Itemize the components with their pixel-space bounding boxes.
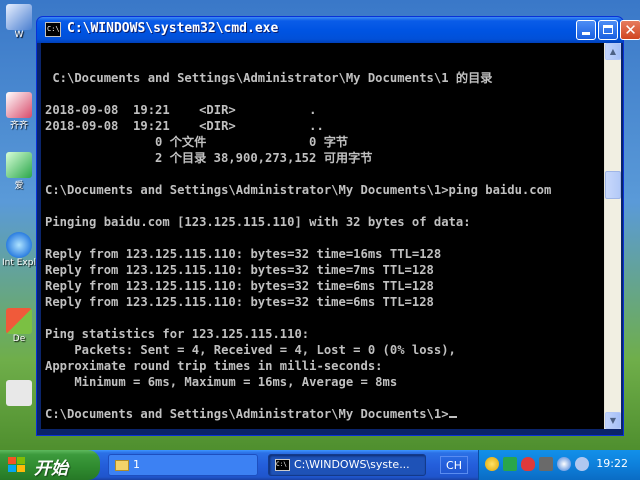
console-line: Ping statistics for 123.125.115.110: — [45, 327, 310, 341]
console-lines: C:\Documents and Settings\Administrator\… — [45, 70, 551, 422]
app-tray-icon[interactable] — [557, 457, 571, 471]
cmd-icon[interactable]: C:\ — [45, 22, 61, 37]
console-line: C:\Documents and Settings\Administrator\… — [45, 71, 493, 85]
close-button[interactable]: ✕ — [620, 20, 640, 40]
vm-icon[interactable] — [539, 457, 553, 471]
desktop-icon-label: De — [12, 334, 26, 344]
desktop-icon-label: 齐齐 — [9, 121, 28, 131]
console-line: Packets: Sent = 4, Received = 4, Lost = … — [45, 343, 456, 357]
taskbar-item-label: 1 — [133, 458, 140, 471]
console-line: Reply from 123.125.115.110: bytes=32 tim… — [45, 247, 442, 261]
taskbar: 开始 1 C:\ C:\WINDOWS\syste... CH 19:22 — [0, 450, 640, 480]
system-tray: 19:22 — [478, 450, 640, 480]
shield-icon[interactable] — [485, 457, 499, 471]
clock: 19:22 — [596, 457, 628, 470]
desktop-icon-w[interactable]: W — [2, 4, 36, 64]
window-title: C:\WINDOWS\system32\cmd.exe — [67, 21, 279, 36]
start-button[interactable]: 开始 — [0, 450, 100, 480]
start-label: 开始 — [34, 459, 68, 479]
console-line: 2 个目录 38,900,273,152 可用字节 — [45, 151, 373, 165]
console-line: Minimum = 6ms, Maximum = 16ms, Average =… — [45, 375, 398, 389]
maximize-icon — [603, 25, 613, 34]
windows-flag-icon — [8, 457, 26, 473]
security-icon[interactable] — [521, 457, 535, 471]
minimize-button[interactable] — [576, 20, 596, 40]
console-line: 0 个文件 0 字节 — [45, 135, 349, 149]
console-line: 2018-09-08 19:21 <DIR> . — [45, 103, 317, 117]
network-icon[interactable] — [503, 457, 517, 471]
console-line: 2018-09-08 19:21 <DIR> .. — [45, 119, 324, 133]
scroll-thumb[interactable] — [605, 171, 621, 199]
document-icon — [6, 4, 32, 30]
console-line: Reply from 123.125.115.110: bytes=32 tim… — [45, 263, 434, 277]
windows-logo-icon — [6, 308, 32, 334]
desktop-icon-de[interactable]: De — [2, 308, 36, 368]
console-line: Approximate round trip times in milli-se… — [45, 359, 383, 373]
volume-icon[interactable] — [575, 457, 589, 471]
minimize-icon — [582, 32, 590, 35]
console-line: Reply from 123.125.115.110: bytes=32 tim… — [45, 279, 434, 293]
file-icon — [6, 380, 32, 406]
app-icon — [6, 152, 32, 178]
console-line: Pinging baidu.com [123.125.115.110] with… — [45, 215, 471, 229]
title-bar[interactable]: C:\ C:\WINDOWS\system32\cmd.exe ✕ — [37, 17, 640, 43]
maximize-button[interactable] — [598, 20, 618, 40]
desktop-icon-label: Int Expl — [2, 258, 36, 268]
language-indicator[interactable]: CH — [440, 456, 468, 474]
scroll-down-button[interactable]: ▼ — [605, 412, 621, 429]
internet-explorer-icon — [6, 232, 32, 258]
cmd-window[interactable]: C:\ C:\WINDOWS\system32\cmd.exe ✕ C:\Doc… — [36, 16, 640, 436]
desktop-icon-qiqi[interactable]: 齐齐 — [2, 92, 36, 152]
folder-icon — [115, 459, 129, 471]
close-icon: ✕ — [624, 21, 637, 39]
desktop-icon-ai[interactable]: 爱 — [2, 152, 36, 212]
cmd-icon: C:\ — [275, 459, 290, 471]
desktop-icon-label: 爱 — [14, 181, 24, 191]
scroll-up-button[interactable]: ▲ — [605, 43, 621, 60]
taskbar-item-label: C:\WINDOWS\syste... — [294, 458, 410, 471]
app-icon — [6, 92, 32, 118]
desktop-icon-partial[interactable] — [2, 380, 36, 440]
text-cursor — [448, 416, 457, 418]
console-line: C:\Documents and Settings\Administrator\… — [45, 183, 552, 197]
desktop-icon-label: W — [14, 30, 24, 40]
taskbar-item-cmd[interactable]: C:\ C:\WINDOWS\syste... — [268, 454, 426, 476]
taskbar-item-folder[interactable]: 1 — [108, 454, 258, 476]
desktop-icon-internet-explorer[interactable]: Int Expl — [2, 232, 36, 292]
console-output[interactable]: C:\Documents and Settings\Administrator\… — [41, 43, 604, 429]
console-line: Reply from 123.125.115.110: bytes=32 tim… — [45, 295, 434, 309]
console-line: C:\Documents and Settings\Administrator\… — [45, 407, 449, 421]
vertical-scrollbar[interactable]: ▲ ▼ — [604, 43, 621, 429]
